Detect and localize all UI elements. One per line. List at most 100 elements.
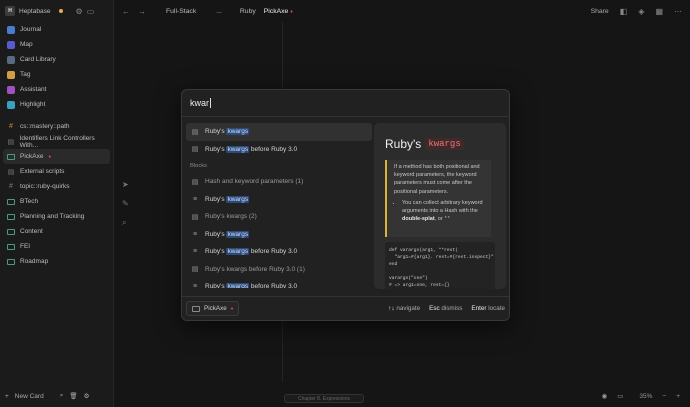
chapter-label[interactable]: Chapter 8. Expressions (284, 394, 364, 403)
zoom-level[interactable]: 35% (639, 393, 652, 400)
breadcrumb-full-stack[interactable]: Full-Stack (166, 8, 196, 15)
back-arrow-icon[interactable]: ← (122, 7, 130, 16)
sidebar-tag-item[interactable]: BTech (3, 194, 110, 209)
result-text-highlight: kwargs (226, 283, 250, 288)
sidebar-tag-item[interactable]: Planning and Tracking (3, 209, 110, 224)
sidebar-item-highlight[interactable]: Highlight (3, 97, 110, 112)
sidebar-tag-item[interactable]: # cs::mastery::path (3, 119, 110, 134)
card-icon (7, 198, 15, 205)
code-line: end (389, 262, 398, 267)
search-result[interactable]: ≡ Ruby's kwargs before Ruby 3.0 (186, 243, 372, 261)
search-result-text: Ruby's kwargs before Ruby 3.0 (205, 283, 297, 288)
breadcrumb-pickaxe-label: PickAxe (263, 7, 289, 15)
settings-icon[interactable]: ⚙ (75, 7, 82, 16)
layout-icon[interactable]: ▭ (87, 7, 95, 16)
search-result[interactable]: ≡ Ruby's kwargs (186, 226, 372, 244)
topbar-actions: Share ◧ ◈ ▦ ⋯ (591, 7, 682, 16)
result-text-highlight: kwargs (226, 128, 250, 136)
sidebar-tag-label: Content (20, 228, 43, 235)
gear-icon[interactable]: ⚙ (84, 392, 90, 400)
search-tool-icon[interactable]: ⌕ (122, 218, 129, 228)
search-result[interactable]: ≡ Ruby's kwargs (186, 191, 372, 209)
workspace-logo[interactable]: H (5, 6, 15, 16)
text-block-icon: ≡ (192, 195, 198, 203)
sidebar-item-map[interactable]: Map (3, 37, 110, 52)
document-icon: ▤ (191, 128, 199, 136)
callout-bullets: You can collect arbitrary keyword argume… (394, 199, 487, 224)
sidebar-tag-item[interactable]: ▤ Identifiers Link Controllers With... (3, 134, 110, 149)
search-result[interactable]: ▤ Ruby's kwargs (186, 123, 372, 141)
result-text-pre: Ruby's kwargs (2) (205, 213, 257, 221)
eye-icon[interactable]: ◉ (602, 392, 608, 400)
hash-icon: # (9, 123, 13, 130)
card-icon (7, 213, 15, 220)
panel-toggle-icon[interactable]: ◧ (620, 7, 628, 16)
search-input[interactable]: kwar (182, 90, 509, 117)
breadcrumb-pickaxe[interactable]: PickAxe ♦ (264, 8, 293, 15)
plus-icon[interactable]: + (5, 393, 9, 400)
sidebar-item-journal[interactable]: Journal (3, 22, 110, 37)
breadcrumb-ruby[interactable]: Ruby (240, 8, 256, 15)
sidebar-tag-item[interactable]: PickAxe ♦ (3, 149, 110, 164)
new-card-button[interactable]: New Card (15, 393, 44, 400)
cursor-icon[interactable]: ➤ (122, 180, 129, 189)
sidebar-tag-item[interactable]: Content (3, 224, 110, 239)
sidebar-item-card-library[interactable]: Card Library (3, 52, 110, 67)
sidebar-item-label: Highlight (20, 101, 46, 108)
map-icon[interactable]: ▭ (617, 392, 623, 400)
sidebar-tag-item[interactable]: FEI (3, 239, 110, 254)
modal-footer: PickAxe ♦ ↑↓ navigate Esc dismiss Enter … (182, 296, 509, 320)
bullet-text: You can collect arbitrary keyword argume… (402, 199, 483, 215)
text-block-icon: ≡ (192, 230, 198, 238)
share-button[interactable]: Share (591, 8, 609, 15)
text-block-icon: ≡ (192, 283, 198, 288)
search-result[interactable]: ▤ Ruby's kwargs (2) (186, 208, 372, 226)
search-result[interactable]: ▤ Ruby's kwargs before Ruby 3.0 (1) (186, 261, 372, 279)
card-icon (192, 305, 200, 312)
zoom-in-icon[interactable]: + (676, 393, 680, 400)
dismiss-label: dismiss (441, 305, 463, 312)
preview-pane: Ruby's kwargs If a method has both posit… (374, 123, 506, 289)
search-result[interactable]: ≡ Ruby's kwargs before Ruby 3.0 (186, 278, 372, 288)
pen-icon[interactable]: ✎ (122, 199, 129, 208)
zoom-out-icon[interactable]: − (662, 393, 666, 400)
sidebar-item-assistant[interactable]: Assistant (3, 82, 110, 97)
preview-title-code: kwargs (425, 138, 464, 150)
hash-icon: # (9, 183, 13, 190)
canvas-tools: ➤ ✎ ⌕ (122, 180, 129, 228)
sidebar-tag-label: Roadmap (20, 258, 49, 265)
bullet-mid: , or (434, 216, 445, 223)
search-result[interactable]: ▤ Hash and keyword parameters (1) (186, 173, 372, 191)
topbar: ← → Full-Stack ... Ruby PickAxe ♦ Share … (114, 0, 690, 22)
breadcrumb-ellipsis[interactable]: ... (216, 8, 222, 15)
search-icon[interactable]: ⌕ (60, 392, 64, 400)
callout-bullet: You can collect arbitrary keyword argume… (402, 199, 487, 224)
flame-icon: ♦ (48, 153, 52, 160)
bottombar-right: ◉ ▭ 35% − + (602, 392, 680, 401)
sidebar-tag-item[interactable]: # topic::ruby-quirks (3, 179, 110, 194)
sidebar-item-tag[interactable]: Tag (3, 67, 110, 82)
scope-chip[interactable]: PickAxe ♦ (186, 301, 240, 316)
trash-icon[interactable]: 🗑 (69, 392, 77, 400)
result-text-pre: Ruby's (205, 230, 227, 238)
result-text-pre: Ruby's (205, 145, 227, 153)
sidebar-tag-item[interactable]: ▤ External scripts (3, 164, 110, 179)
card-icon (7, 228, 15, 235)
result-text-post: before Ruby 3.0 (249, 145, 298, 153)
card-icon (7, 258, 15, 265)
callout-text: If a method has both positional and keyw… (394, 164, 480, 195)
grid-icon[interactable]: ▦ (655, 7, 663, 16)
layers-icon[interactable]: ◈ (638, 7, 644, 16)
more-icon[interactable]: ⋯ (674, 7, 682, 16)
result-text-pre: Ruby's (205, 283, 227, 288)
search-result[interactable]: ▤ Ruby's kwargs before Ruby 3.0 (186, 141, 372, 159)
sidebar-tag-item[interactable]: Roadmap (3, 254, 110, 269)
code-line: "arg1=#{arg1}. rest=#{rest.inspect}" (389, 255, 494, 260)
workspace-name[interactable]: Heptabase (19, 8, 50, 15)
document-icon: ▤ (7, 138, 15, 146)
results-list: ▤ Ruby's kwargs ▤ Ruby's kwargs before Ruby… (186, 123, 372, 288)
forward-arrow-icon[interactable]: → (138, 7, 146, 16)
navigate-label: navigate (396, 305, 421, 312)
callout-block: If a method has both positional and keyw… (385, 160, 491, 237)
